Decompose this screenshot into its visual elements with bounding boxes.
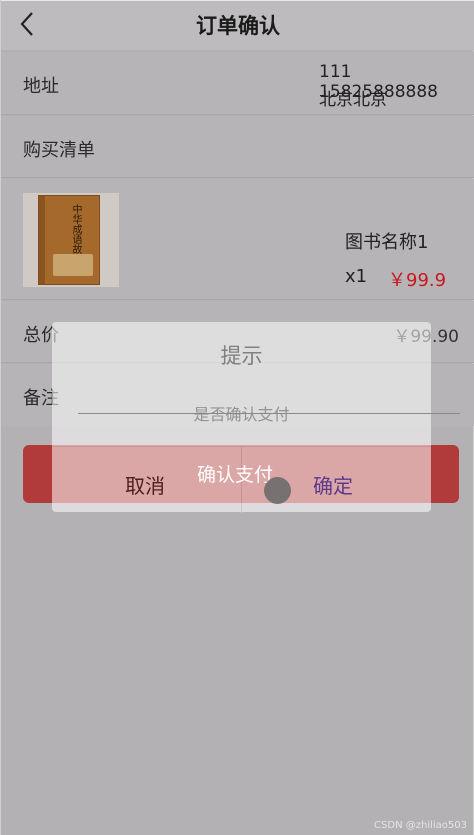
dialog-title: 提示	[220, 344, 263, 368]
address-label: 地址	[23, 76, 59, 97]
dialog-confirm-button[interactable]: 确定	[313, 470, 353, 499]
page-title: 订单确认	[196, 14, 280, 38]
watermark: CSDN @zhiliao503	[374, 820, 467, 831]
product-name: 图书名称1	[345, 232, 429, 253]
purchase-list-label: 购买清单	[23, 140, 95, 161]
book-body: 中华成语故事	[38, 195, 100, 285]
top-bar: 订单确认	[1, 0, 474, 50]
address-row[interactable]: 地址 111 15825888888 北京北京	[1, 52, 474, 115]
product-item: 中华成语故事 图书名称1 x1 ￥99.9	[1, 179, 474, 300]
confirm-pay-label[interactable]: 确认支付	[197, 460, 273, 487]
book-cover-illustration	[53, 254, 93, 276]
dialog-cancel-button[interactable]: 取消	[125, 470, 165, 499]
book-cover-image: 中华成语故事	[23, 193, 119, 287]
address-city: 北京北京	[319, 90, 387, 110]
product-quantity: x1	[345, 266, 368, 287]
book-spine	[39, 196, 45, 284]
order-confirm-page: 订单确认 地址 111 15825888888 北京北京 购买清单 中华成语故事…	[0, 0, 474, 835]
dialog-divider	[78, 413, 460, 414]
touch-indicator	[264, 477, 291, 504]
product-price: ￥99.9	[388, 270, 447, 291]
purchase-list-header: 购买清单	[1, 116, 474, 178]
